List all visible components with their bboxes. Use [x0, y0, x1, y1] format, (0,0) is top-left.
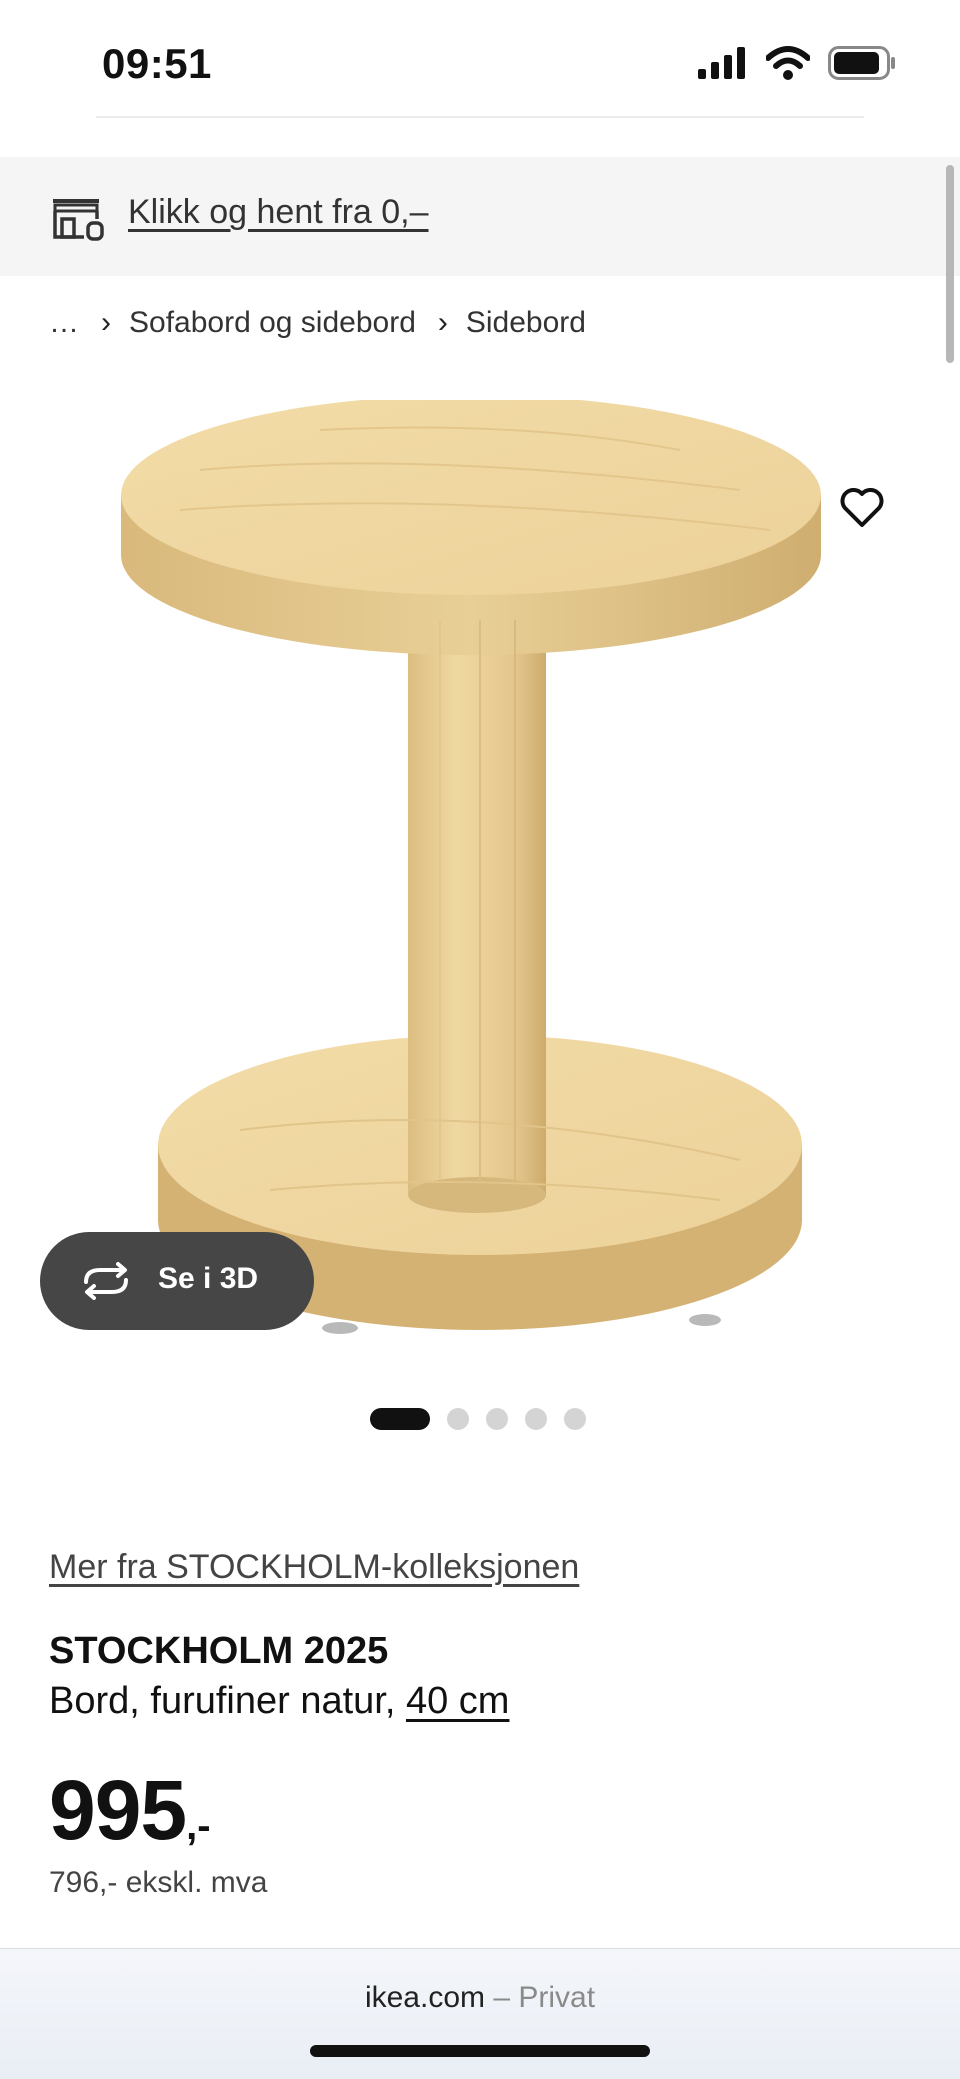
status-icons: [698, 46, 896, 85]
breadcrumb-item-sofabord[interactable]: Sofabord og sidebord: [129, 306, 416, 340]
click-and-collect-link[interactable]: Klikk og hent fra 0,–: [128, 193, 429, 232]
carousel-dot-3[interactable]: [486, 1408, 508, 1430]
carousel-dots: [370, 1406, 586, 1432]
collection-link[interactable]: Mer fra STOCKHOLM-kolleksjonen: [49, 1548, 579, 1587]
product-description-text: Bord, furufiner natur,: [49, 1680, 406, 1722]
carousel-dot-2[interactable]: [447, 1408, 469, 1430]
store-pickup-icon: [50, 195, 106, 246]
product-price: 995,-: [49, 1762, 211, 1859]
view-3d-label: Se i 3D: [158, 1262, 259, 1295]
price-ex-vat: 796,- ekskl. mva: [49, 1866, 268, 1899]
status-divider: [96, 116, 864, 118]
carousel-dot-4[interactable]: [525, 1408, 547, 1430]
breadcrumb-item-sidebord[interactable]: Sidebord: [466, 306, 586, 340]
carousel-dot-1[interactable]: [370, 1408, 430, 1430]
wishlist-button[interactable]: [826, 474, 898, 546]
address-bar[interactable]: ikea.com – Privat: [0, 1981, 960, 2015]
size-link[interactable]: 40 cm: [406, 1680, 509, 1722]
breadcrumb-separator: ›: [437, 306, 448, 339]
product-description: Bord, furufiner natur, 40 cm: [49, 1680, 509, 1723]
url-domain: ikea.com: [364, 1981, 485, 2014]
carousel-dot-5[interactable]: [564, 1408, 586, 1430]
view-3d-button[interactable]: Se i 3D: [40, 1232, 314, 1330]
product-image[interactable]: [120, 395, 860, 1360]
battery-icon: [828, 46, 896, 85]
browser-bottom-bar: ikea.com – Privat: [0, 1948, 960, 2079]
scrollbar[interactable]: [946, 165, 954, 363]
private-mode-label: – Privat: [485, 1981, 596, 2014]
status-bar: 09:51: [0, 0, 960, 118]
heart-icon: [839, 487, 885, 534]
status-time: 09:51: [102, 40, 212, 87]
breadcrumb: … › Sofabord og sidebord › Sidebord: [49, 306, 586, 340]
price-main: 995: [49, 1763, 187, 1857]
rotate-3d-icon: [80, 1262, 132, 1305]
breadcrumb-separator: ›: [101, 306, 111, 339]
promo-banner[interactable]: Klikk og hent fra 0,–: [0, 157, 960, 276]
home-indicator[interactable]: [310, 2045, 650, 2057]
breadcrumb-ellipsis[interactable]: …: [49, 306, 79, 340]
wifi-icon: [765, 46, 811, 85]
product-name: STOCKHOLM 2025: [49, 1630, 389, 1672]
price-suffix: ,-: [186, 1804, 211, 1848]
signal-icon: [698, 47, 748, 84]
